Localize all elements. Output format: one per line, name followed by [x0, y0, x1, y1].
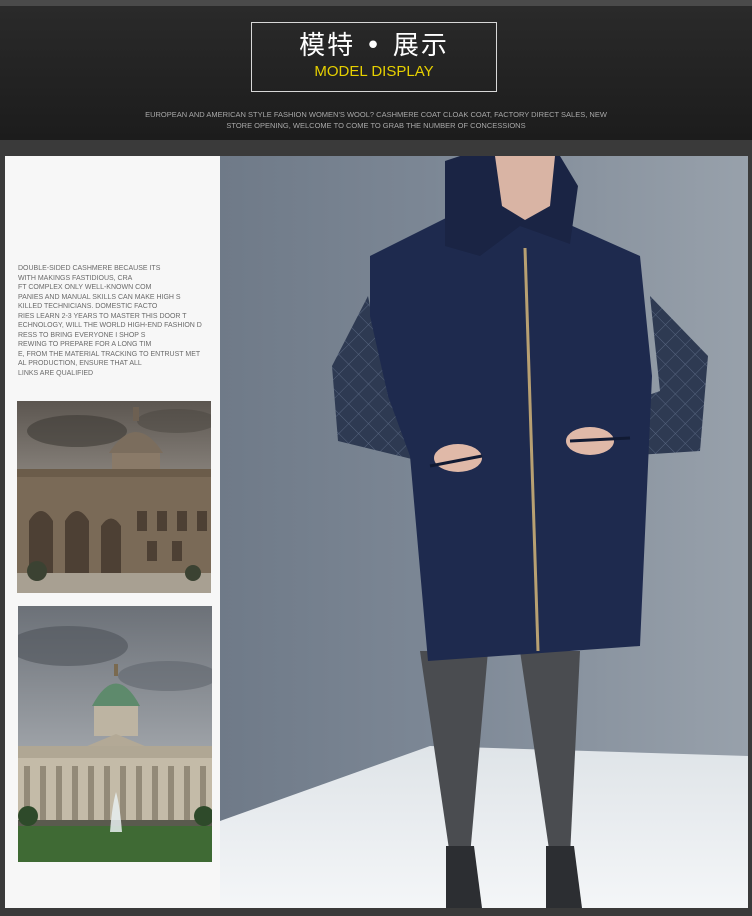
description-line: LINKS ARE QUALIFIED: [18, 369, 94, 377]
description-line: FT COMPLEX ONLY WELL-KNOWN COM: [18, 284, 152, 291]
content-panel: DOUBLE-SIDED CASHMERE BECAUSE ITS WITH M…: [5, 156, 748, 908]
title-english: MODEL DISPLAY: [314, 63, 434, 80]
description-line: PANIES AND MANUAL SKILLS CAN MAKE HIGH S: [18, 293, 181, 301]
description-line: WITH MAKINGS FASTIDIOUS, CRA: [18, 274, 133, 282]
description-line: KILLED TECHNICIANS. DOMESTIC FACTO: [18, 303, 158, 310]
description-line: E, FROM THE MATERIAL TRACKING TO ENTRUST…: [18, 350, 201, 358]
title-box: 模特 • 展示 MODEL DISPLAY: [251, 22, 497, 92]
description-line: AL PRODUCTION, ENSURE THAT ALL: [18, 360, 142, 367]
description-line: RIES LEARN 2-3 YEARS TO MASTER THIS DOOR…: [18, 312, 187, 320]
tagline: EUROPEAN AND AMERICAN STYLE FASHION WOME…: [145, 110, 607, 130]
palace-photo: [18, 606, 212, 862]
left-column: DOUBLE-SIDED CASHMERE BECAUSE ITS WITH M…: [5, 156, 220, 908]
cathedral-photo: [17, 401, 211, 593]
model-photo: [220, 156, 748, 908]
title-chinese: 模特 • 展示: [299, 31, 449, 61]
description-line: RESS TO BRING EVERYONE I SHOP S: [18, 331, 146, 339]
description-line: DOUBLE-SIDED CASHMERE BECAUSE ITS: [18, 265, 161, 272]
description-text: DOUBLE-SIDED CASHMERE BECAUSE ITS WITH M…: [18, 264, 218, 378]
description-line: REWING TO PREPARE FOR A LONG TIM: [18, 341, 152, 348]
header-banner: 模特 • 展示 MODEL DISPLAY EUROPEAN AND AMERI…: [0, 0, 752, 140]
description-line: ECHNOLOGY, WILL THE WORLD HIGH-END FASHI…: [18, 322, 202, 329]
